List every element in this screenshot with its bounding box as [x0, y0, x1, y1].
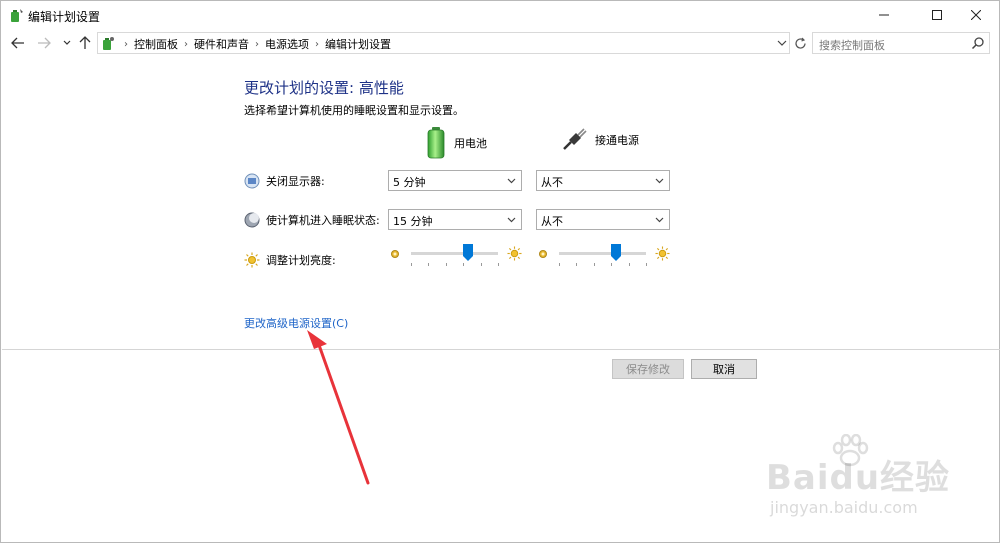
chevron-down-icon	[507, 178, 516, 184]
sleep-label: 使计算机进入睡眠状态:	[244, 212, 380, 228]
chevron-down-icon	[63, 40, 71, 45]
chevron-right-icon[interactable]: ›	[315, 39, 319, 50]
brightness-battery-slider[interactable]	[388, 244, 524, 268]
power-plug-icon	[563, 128, 587, 150]
chevron-down-icon	[655, 217, 664, 223]
slider-tick	[593, 263, 595, 266]
back-button[interactable]	[9, 33, 27, 53]
bright-sun-icon	[507, 246, 522, 261]
row-label-text: 调整计划亮度:	[266, 254, 336, 267]
column-plugged-in: 接通电源	[561, 127, 639, 153]
dim-sun-icon	[539, 250, 547, 258]
slider-ticks	[411, 263, 499, 267]
control-panel-window: 编辑计划设置 › 控制面板 › 硬件和声音 › 电源选项 › 编辑计划设置 搜索…	[0, 0, 1000, 543]
column-label-plugged-in: 接通电源	[595, 134, 639, 147]
sleep-battery-select[interactable]: 15 分钟	[388, 209, 522, 230]
slider-tick	[646, 263, 647, 266]
search-placeholder: 搜索控制面板	[819, 39, 885, 52]
slider-tick	[480, 263, 482, 266]
slider-tick	[559, 263, 560, 266]
close-button[interactable]	[953, 1, 999, 29]
watermark-url: jingyan.baidu.com	[770, 498, 918, 517]
power-options-icon	[11, 9, 23, 22]
slider-track[interactable]	[411, 252, 498, 255]
minimize-icon	[879, 14, 889, 16]
brightness-plugged-slider[interactable]	[536, 244, 672, 268]
select-value: 5 分钟	[393, 176, 426, 189]
slider-thumb[interactable]	[462, 244, 473, 262]
maximize-icon	[932, 10, 942, 20]
select-value: 从不	[541, 215, 563, 228]
chevron-right-icon[interactable]: ›	[184, 39, 188, 50]
chevron-right-icon: ›	[124, 38, 128, 50]
row-label-text: 使计算机进入睡眠状态:	[266, 214, 380, 227]
display-plugged-select[interactable]: 从不	[536, 170, 670, 191]
page-title: 更改计划的设置: 高性能	[244, 79, 404, 97]
arrow-up-icon	[79, 36, 91, 49]
slider-tick	[428, 263, 430, 266]
minimize-button[interactable]	[861, 1, 907, 29]
chevron-down-icon	[507, 217, 516, 223]
breadcrumb-edit-plan[interactable]: 编辑计划设置	[325, 36, 391, 52]
dim-sun-icon	[391, 250, 399, 258]
breadcrumb: › 控制面板 › 硬件和声音 › 电源选项 › 编辑计划设置	[118, 36, 391, 52]
row-label-text: 关闭显示器:	[266, 175, 325, 188]
chevron-down-icon	[655, 178, 664, 184]
title-bar: 编辑计划设置	[1, 1, 999, 29]
page-subtitle: 选择希望计算机使用的睡眠设置和显示设置。	[244, 104, 464, 117]
slider-tick	[628, 263, 630, 266]
chevron-down-icon[interactable]	[777, 36, 787, 50]
refresh-button[interactable]	[791, 32, 809, 54]
monitor-icon	[244, 173, 260, 189]
save-changes-button[interactable]: 保存修改	[612, 359, 684, 379]
slider-ticks	[559, 263, 647, 267]
turn-off-display-label: 关闭显示器:	[244, 173, 325, 189]
close-icon	[971, 10, 981, 20]
slider-tick	[463, 263, 465, 266]
breadcrumb-power-options[interactable]: 电源选项	[265, 36, 309, 52]
advanced-power-settings-link[interactable]: 更改高级电源设置(C)	[244, 315, 348, 331]
display-battery-select[interactable]: 5 分钟	[388, 170, 522, 191]
slider-tick	[411, 263, 412, 266]
window-title: 编辑计划设置	[28, 10, 101, 24]
slider-track[interactable]	[559, 252, 646, 255]
forward-button[interactable]	[35, 33, 53, 53]
watermark-brand: Baidu经验	[766, 458, 951, 498]
chevron-right-icon[interactable]: ›	[255, 39, 259, 50]
navigation-bar: › 控制面板 › 硬件和声音 › 电源选项 › 编辑计划设置 搜索控制面板	[1, 29, 999, 57]
arrow-right-icon	[38, 37, 51, 49]
sleep-plugged-select[interactable]: 从不	[536, 209, 670, 230]
breadcrumb-hardware-sound[interactable]: 硬件和声音	[194, 36, 249, 52]
up-button[interactable]	[76, 33, 94, 53]
recent-locations-button[interactable]	[58, 33, 76, 53]
brightness-sun-icon	[244, 252, 260, 268]
battery-icon	[427, 127, 445, 159]
refresh-icon	[794, 37, 806, 49]
watermark: Baidu经验 jingyan.baidu.com	[756, 434, 996, 524]
search-icon[interactable]	[971, 36, 985, 50]
slider-tick	[498, 263, 499, 266]
select-value: 15 分钟	[393, 215, 433, 228]
breadcrumb-control-panel[interactable]: 控制面板	[134, 36, 178, 52]
column-battery: 用电池	[426, 127, 487, 159]
cancel-button[interactable]: 取消	[691, 359, 757, 379]
slider-tick	[576, 263, 578, 266]
slider-thumb[interactable]	[610, 244, 621, 262]
bright-sun-icon	[655, 246, 670, 261]
address-bar[interactable]: › 控制面板 › 硬件和声音 › 电源选项 › 编辑计划设置	[97, 32, 790, 54]
sleep-moon-icon	[244, 212, 260, 228]
select-value: 从不	[541, 176, 563, 189]
footer-divider	[2, 349, 1000, 350]
slider-tick	[445, 263, 447, 266]
power-options-icon	[103, 37, 114, 50]
slider-tick	[611, 263, 613, 266]
search-box[interactable]: 搜索控制面板	[812, 32, 990, 54]
arrow-left-icon	[11, 37, 24, 49]
brightness-label: 调整计划亮度:	[244, 252, 336, 268]
column-label-battery: 用电池	[454, 137, 487, 150]
